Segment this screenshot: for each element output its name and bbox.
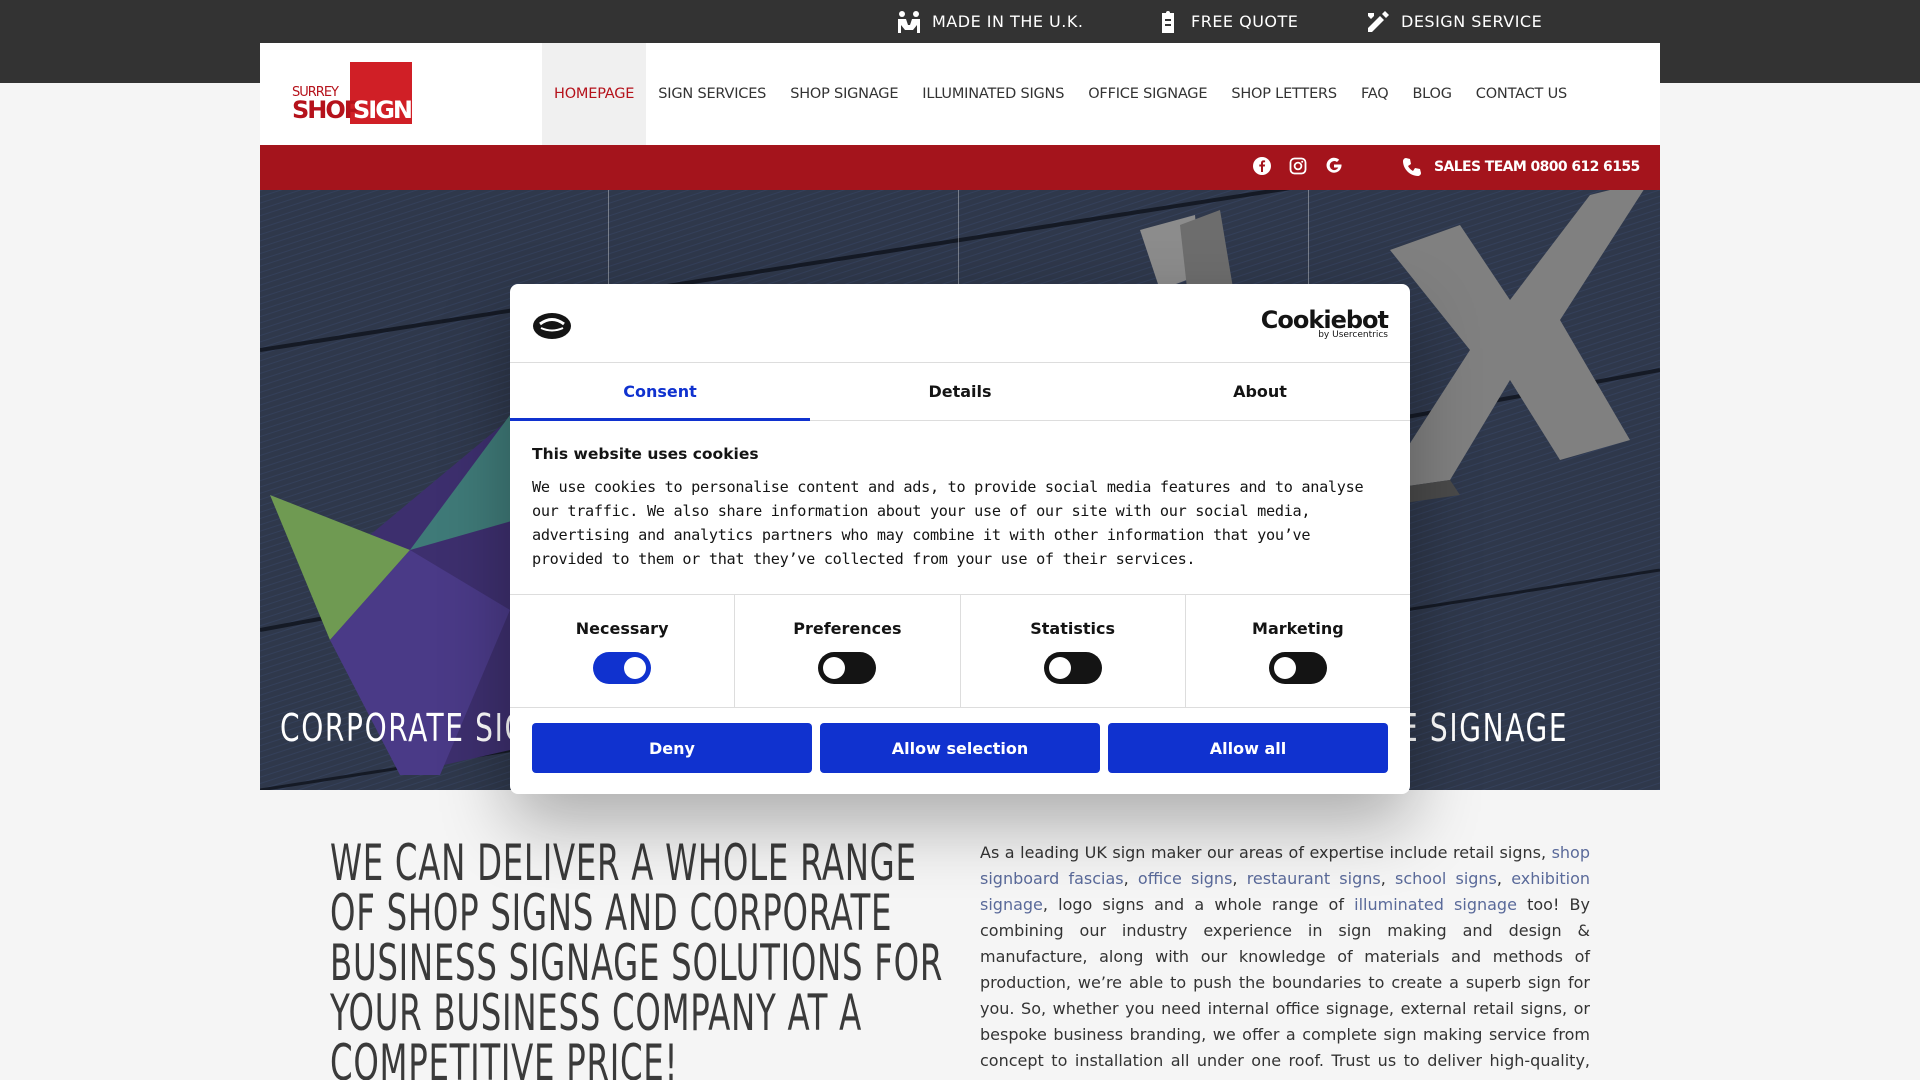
site-header: SURREY SHOP SIGNS HOMEPAGE SIGN SERVICES… (260, 43, 1660, 145)
toggle-knob (624, 657, 647, 679)
toggle-knob (1048, 657, 1071, 679)
para-text: too! By combining our industry experienc… (980, 895, 1590, 1080)
tab-about[interactable]: About (1110, 363, 1410, 420)
google-icon[interactable] (1325, 157, 1343, 175)
toggle-knob (823, 657, 846, 679)
nav-contact-us[interactable]: CONTACT US (1464, 43, 1579, 145)
design-service-link[interactable]: DESIGN SERVICE (1365, 0, 1542, 43)
free-quote-link[interactable]: FREE QUOTE (1155, 0, 1298, 43)
sales-phone-label: SALES TEAM 0800 612 6155 (1434, 159, 1640, 175)
deny-button[interactable]: Deny (532, 723, 812, 773)
preferences-toggle[interactable] (818, 652, 877, 684)
instagram-icon[interactable] (1289, 157, 1307, 175)
para-text: , (1380, 869, 1395, 888)
nav-shop-signage[interactable]: SHOP SIGNAGE (778, 43, 910, 145)
free-quote-label: FREE QUOTE (1191, 12, 1299, 31)
clipboard-icon (1162, 10, 1174, 33)
para-text: , (1496, 869, 1512, 888)
contact-bar: SALES TEAM 0800 612 6155 (260, 145, 1660, 190)
cookiebot-logo: Cookiebot by Usercentrics (1261, 306, 1389, 340)
para-text: As a leading UK sign maker our areas of … (980, 843, 1552, 862)
phone-icon (1403, 158, 1421, 176)
dialog-title: This website uses cookies (532, 445, 759, 463)
svg-text:SIGNS: SIGNS (353, 96, 412, 124)
para-text: , (1232, 869, 1247, 888)
dialog-description: We use cookies to personalise content an… (532, 478, 1364, 568)
toggle-label-marketing: Marketing (1252, 619, 1344, 638)
social-links (1253, 157, 1343, 175)
marketing-toggle[interactable] (1268, 652, 1327, 684)
nav-office-signage[interactable]: OFFICE SIGNAGE (1076, 43, 1219, 145)
toggle-group-preferences: Preferences (735, 595, 961, 707)
main-nav: HOMEPAGE SIGN SERVICES SHOP SIGNAGE ILLU… (542, 43, 1579, 145)
toggle-group-statistics: Statistics (961, 595, 1186, 707)
sales-phone-link[interactable]: SALES TEAM 0800 612 6155 (1402, 157, 1640, 177)
made-in-uk-link[interactable]: MADE IN THE U.K. (896, 0, 1083, 43)
design-tools-icon (1368, 10, 1389, 32)
facebook-icon[interactable] (1253, 157, 1271, 175)
cookiebot-cookie-icon (533, 313, 571, 339)
link-restaurant-signs[interactable]: restaurant signs (1247, 869, 1381, 888)
dialog-header: Cookiebot by Usercentrics (510, 284, 1410, 363)
toggle-label-statistics: Statistics (1030, 619, 1115, 638)
allow-all-button[interactable]: Allow all (1108, 723, 1388, 773)
toggle-label-preferences: Preferences (793, 619, 902, 638)
link-office-signs[interactable]: office signs (1138, 869, 1233, 888)
necessary-toggle[interactable] (593, 652, 652, 684)
nav-homepage[interactable]: HOMEPAGE (542, 43, 647, 145)
nav-shop-letters[interactable]: SHOP LETTERS (1219, 43, 1349, 145)
made-in-uk-label: MADE IN THE U.K. (932, 12, 1084, 31)
cookie-category-toggles: Necessary Preferences Statistics Marketi… (510, 595, 1410, 708)
link-illuminated-signage[interactable]: illuminated signage (1354, 895, 1517, 914)
allow-selection-button[interactable]: Allow selection (820, 723, 1100, 773)
toggle-knob (1273, 657, 1296, 679)
svg-text:SHOP: SHOP (292, 96, 361, 124)
site-logo[interactable]: SURREY SHOP SIGNS (292, 62, 412, 124)
nav-sign-services[interactable]: SIGN SERVICES (646, 43, 778, 145)
nav-illuminated-signs[interactable]: ILLUMINATED SIGNS (910, 43, 1076, 145)
design-service-label: DESIGN SERVICE (1401, 12, 1543, 31)
toggle-label-necessary: Necessary (575, 619, 669, 638)
dialog-buttons: Deny Allow selection Allow all (510, 708, 1410, 788)
intro-paragraph: As a leading UK sign maker our areas of … (980, 840, 1590, 1080)
dialog-tabs: Consent Details About (510, 363, 1410, 421)
tab-details[interactable]: Details (810, 363, 1110, 420)
statistics-toggle[interactable] (1043, 652, 1102, 684)
toggle-group-marketing: Marketing (1186, 595, 1410, 707)
nav-blog[interactable]: BLOG (1400, 43, 1463, 145)
tab-consent[interactable]: Consent (510, 363, 810, 421)
para-text: , (1123, 869, 1138, 888)
cookie-consent-dialog: Cookiebot by Usercentrics Consent Detail… (510, 284, 1410, 794)
para-text: , logo signs and a whole range of (1042, 895, 1355, 914)
toggle-group-necessary: Necessary (510, 595, 736, 707)
main-headline: WE CAN DELIVER A WHOLE RANGE OF SHOP SIG… (330, 834, 944, 1080)
dialog-body: This website uses cookies We use cookies… (510, 421, 1410, 595)
people-carry-icon (898, 10, 920, 33)
hero-caption-right[interactable]: E SIGNAGE (1400, 706, 1568, 750)
link-school-signs[interactable]: school signs (1395, 869, 1497, 888)
nav-faq[interactable]: FAQ (1349, 43, 1401, 145)
